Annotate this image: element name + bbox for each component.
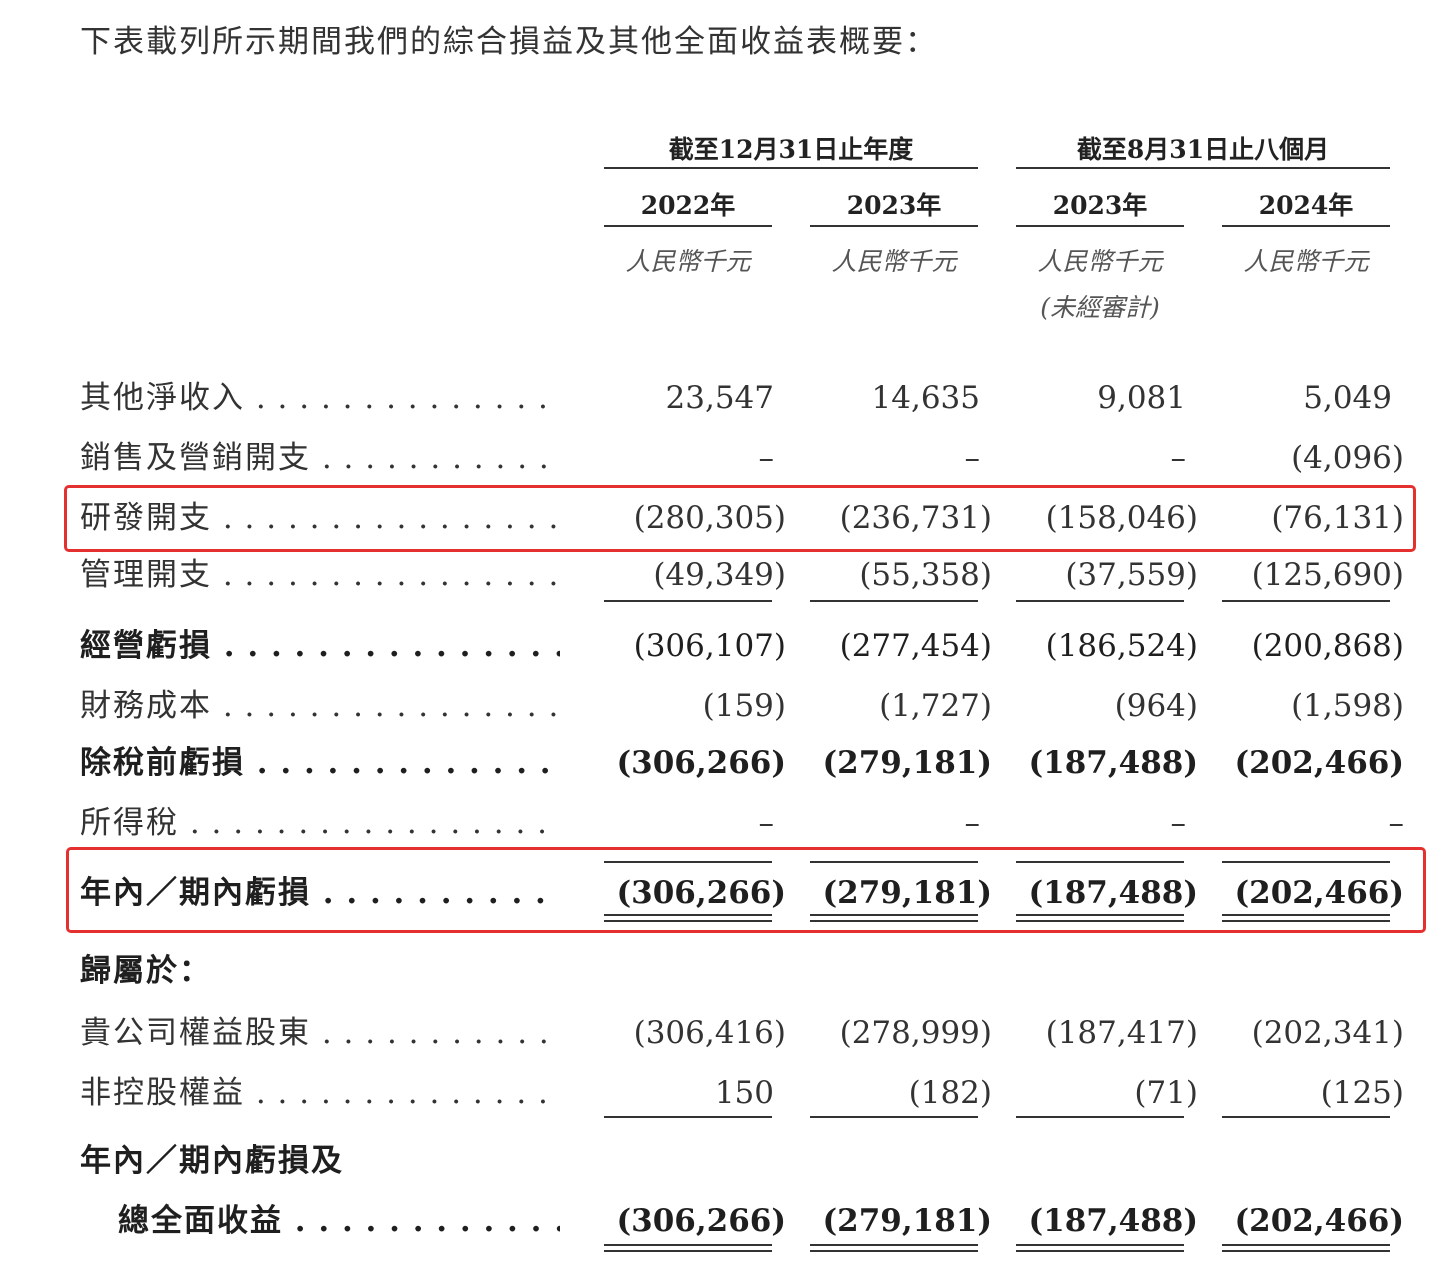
- grand-total-double-rule-col4: [1222, 1244, 1390, 1252]
- table-row-pretax-loss: 除稅前虧損 (306,266) (279,181) (187,488) (202…: [0, 738, 1439, 788]
- header-year-rule-col4: [1222, 225, 1390, 227]
- header-year-rule-col3: [1016, 225, 1184, 227]
- table-row-total-comprehensive: 總全面收益 (306,266) (279,181) (187,488) (202…: [0, 1196, 1439, 1246]
- grand-total-double-rule-col2: [810, 1244, 978, 1252]
- cell-value: (202,341): [1251, 1015, 1404, 1051]
- header-year-col3: 2023年: [1052, 191, 1148, 220]
- cell-value: (306,107): [633, 628, 786, 664]
- cell-value: (277,454): [839, 628, 992, 664]
- row-label: 非控股權益: [80, 1068, 560, 1118]
- table-row-other-income: 其他淨收入 23,547 14,635 9,081 5,049: [0, 373, 1439, 423]
- cell-value: (1,727): [879, 688, 992, 724]
- cell-value: (49,349): [653, 557, 786, 593]
- table-row-admin: 管理開支 (49,349) (55,358) (37,559) (125,690…: [0, 550, 1439, 600]
- unit-label-col4: 人民幣千元: [1243, 247, 1369, 276]
- cell-value: –: [964, 440, 981, 476]
- subtotal-rule-col1: [604, 600, 772, 602]
- row-label: 年內／期內虧損及: [80, 1143, 344, 1179]
- unit-label-col2: 人民幣千元: [831, 247, 957, 276]
- nci-rule-col2: [810, 1116, 978, 1118]
- cell-value: (1,598): [1291, 688, 1404, 724]
- intro-text: 下表載列所示期間我們的綜合損益及其他全面收益表概要：: [80, 24, 938, 60]
- cell-value: –: [1170, 805, 1187, 841]
- cell-value: (4,096): [1291, 440, 1404, 476]
- cell-value: 150: [714, 1075, 774, 1111]
- nci-rule-col4: [1222, 1116, 1390, 1118]
- cell-value: (279,181): [822, 745, 992, 781]
- table-row-nci: 非控股權益 150 (182) (71) (125): [0, 1068, 1439, 1118]
- cell-value: –: [964, 805, 981, 841]
- cell-value: (125): [1320, 1075, 1404, 1111]
- cell-value: (202,466): [1234, 745, 1404, 781]
- cell-value: (306,416): [633, 1015, 786, 1051]
- table-row-income-tax: 所得稅 – – – –: [0, 798, 1439, 848]
- cell-value: (37,559): [1065, 557, 1198, 593]
- row-label: 管理開支: [80, 550, 560, 600]
- highlight-box-period-loss: [66, 847, 1426, 933]
- unit-label-col3: 人民幣千元: [1037, 247, 1163, 276]
- table-row-total-label: 年內／期內虧損及: [0, 1136, 1439, 1186]
- header-eight-months-group-rule: [1016, 167, 1390, 169]
- header-year-col2: 2023年: [846, 191, 942, 220]
- cell-value: 5,049: [1303, 380, 1392, 416]
- cell-value: 14,635: [871, 380, 980, 416]
- subtotal-rule-col2: [810, 600, 978, 602]
- row-label: 歸屬於：: [80, 953, 212, 989]
- table-row-equity-holders: 貴公司權益股東 (306,416) (278,999) (187,417) (2…: [0, 1008, 1439, 1058]
- header-eight-months-group: 截至8月31日止八個月: [1076, 135, 1330, 164]
- header-year-rule-col1: [604, 225, 772, 227]
- header-year-rule-col2: [810, 225, 978, 227]
- cell-value: (71): [1134, 1075, 1198, 1111]
- header-year-group-rule: [604, 167, 978, 169]
- header-year-col1: 2022年: [640, 191, 736, 220]
- grand-total-double-rule-col1: [604, 1244, 772, 1252]
- table-row-selling: 銷售及營銷開支 – – – (4,096): [0, 433, 1439, 483]
- cell-value: (186,524): [1045, 628, 1198, 664]
- cell-value: –: [1388, 805, 1405, 841]
- cell-value: –: [1170, 440, 1187, 476]
- subtotal-rule-col3: [1016, 600, 1184, 602]
- cell-value: (306,266): [616, 745, 786, 781]
- row-label: 所得稅: [80, 798, 560, 848]
- cell-value: –: [758, 805, 775, 841]
- cell-value: (279,181): [822, 1203, 992, 1239]
- row-label: 經營虧損: [80, 621, 560, 671]
- cell-value: (964): [1114, 688, 1198, 724]
- header-year-group: 截至12月31日止年度: [668, 135, 914, 164]
- unit-label-col1: 人民幣千元: [625, 247, 751, 276]
- row-label: 貴公司權益股東: [80, 1008, 560, 1058]
- row-label: 銷售及營銷開支: [80, 433, 560, 483]
- row-label: 總全面收益: [118, 1196, 560, 1246]
- table-row-operating-loss: 經營虧損 (306,107) (277,454) (186,524) (200,…: [0, 621, 1439, 671]
- cell-value: (182): [908, 1075, 992, 1111]
- cell-value: (159): [702, 688, 786, 724]
- subtotal-rule-col4: [1222, 600, 1390, 602]
- row-label: 財務成本: [80, 681, 560, 731]
- cell-value: (200,868): [1251, 628, 1404, 664]
- highlight-box-rnd: [64, 485, 1416, 552]
- cell-value: (278,999): [839, 1015, 992, 1051]
- cell-value: (125,690): [1251, 557, 1404, 593]
- cell-value: (55,358): [859, 557, 992, 593]
- table-row-finance-cost: 財務成本 (159) (1,727) (964) (1,598): [0, 681, 1439, 731]
- cell-value: (187,488): [1028, 745, 1198, 781]
- header-year-col4: 2024年: [1258, 191, 1354, 220]
- row-label: 除稅前虧損: [80, 738, 560, 788]
- unaudited-label: (未經審計): [1040, 293, 1160, 322]
- cell-value: 23,547: [665, 380, 774, 416]
- cell-value: (202,466): [1234, 1203, 1404, 1239]
- cell-value: 9,081: [1097, 380, 1186, 416]
- cell-value: (187,488): [1028, 1203, 1198, 1239]
- nci-rule-col3: [1016, 1116, 1184, 1118]
- table-row-attributable: 歸屬於：: [0, 946, 1439, 996]
- nci-rule-col1: [604, 1116, 772, 1118]
- cell-value: (306,266): [616, 1203, 786, 1239]
- row-label: 其他淨收入: [80, 373, 560, 423]
- cell-value: (187,417): [1045, 1015, 1198, 1051]
- grand-total-double-rule-col3: [1016, 1244, 1184, 1252]
- cell-value: –: [758, 440, 775, 476]
